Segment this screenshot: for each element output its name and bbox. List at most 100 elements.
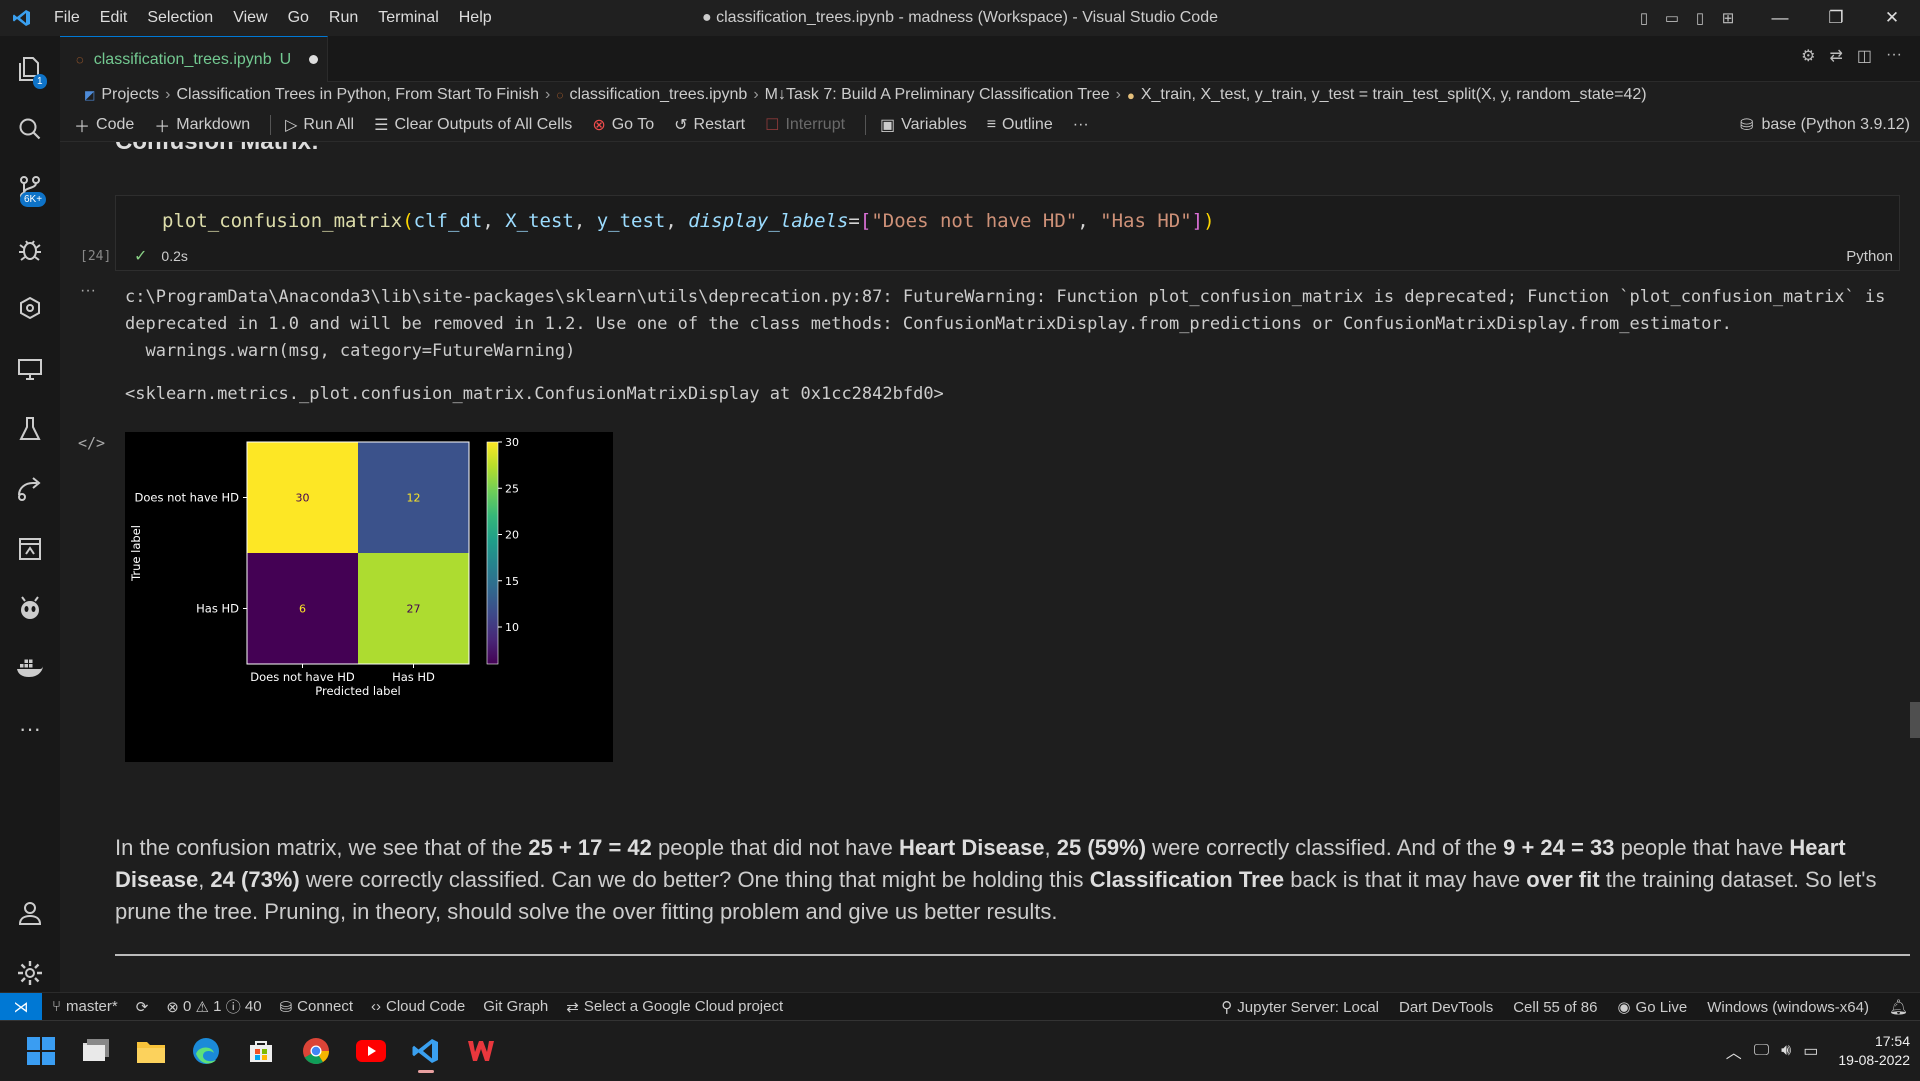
network-icon[interactable]: 🖵︎ (1754, 1042, 1769, 1060)
breadcrumb-item[interactable]: X_train, X_test, y_train, y_test = train… (1141, 86, 1647, 104)
stderr-output: c:\ProgramData\Anaconda3\lib\site-packag… (125, 287, 1886, 361)
go-live-status[interactable]: ◉ Go Live (1617, 998, 1687, 1017)
toggle-primary-sidebar-icon[interactable]: ▯ (1630, 0, 1658, 36)
breadcrumb-item[interactable]: M↓Task 7: Build A Preliminary Classifica… (765, 86, 1110, 104)
info-icon: ⓘ (225, 999, 241, 1016)
menu-terminal[interactable]: Terminal (368, 9, 448, 27)
go-to-button[interactable]: ⊗ Go To (592, 115, 654, 135)
restart-button[interactable]: ↺ Restart (674, 115, 745, 135)
open-changes-icon[interactable]: ⇄ (1829, 46, 1842, 66)
scrollbar-thumb[interactable] (1910, 702, 1920, 738)
dart-devtools-status[interactable]: Dart DevTools (1399, 999, 1493, 1016)
live-share-icon[interactable] (0, 464, 60, 514)
extensions-icon[interactable] (0, 284, 60, 334)
cell-position-status[interactable]: Cell 55 of 86 (1513, 999, 1597, 1016)
more-actions-icon[interactable]: ··· (1886, 46, 1902, 66)
task-view-icon[interactable] (74, 1029, 118, 1073)
folder-icon: ◩ (84, 88, 96, 102)
jupyter-server-status[interactable]: ⚲ Jupyter Server: Local (1221, 998, 1379, 1017)
connect-status[interactable]: ⛁ Connect (280, 998, 353, 1016)
cell-language[interactable]: Python (1846, 248, 1893, 265)
notebook-settings-icon[interactable]: ⚙ (1801, 46, 1815, 66)
run-debug-icon[interactable] (0, 224, 60, 274)
interrupt-button[interactable]: ☐ Interrupt (765, 115, 845, 135)
remote-window-icon[interactable] (0, 524, 60, 574)
toggle-panel-icon[interactable]: ▭ (1658, 0, 1686, 36)
git-graph-status[interactable]: Git Graph (483, 998, 548, 1015)
chrome-browser-icon[interactable] (294, 1029, 338, 1073)
gcp-project-status[interactable]: ⇄ Select a Google Cloud project (566, 998, 783, 1016)
more-toolbar-actions-button[interactable]: ··· (1073, 116, 1089, 134)
menu-selection[interactable]: Selection (137, 9, 223, 27)
breadcrumb-item[interactable]: classification_trees.ipynb (569, 86, 747, 104)
tab-untracked-indicator: U (279, 50, 292, 68)
windows-start-icon[interactable] (19, 1029, 63, 1073)
menu-go[interactable]: Go (278, 9, 319, 27)
wps-office-icon[interactable] (459, 1029, 503, 1073)
customize-layout-icon[interactable]: ⊞ (1714, 0, 1742, 36)
search-icon[interactable] (0, 104, 60, 154)
microsoft-store-icon[interactable] (239, 1029, 283, 1073)
close-button[interactable]: ✕ (1864, 0, 1920, 36)
confusion-matrix-svg: 30 12 6 27 Does not have HD Has HD Does not ha… (129, 436, 519, 698)
editor-tab[interactable]: ◌ classification_trees.ipynb U (60, 36, 328, 82)
code-line[interactable]: plot_confusion_matrix(clf_dt, X_test, y_… (162, 210, 1215, 232)
add-markdown-cell-button[interactable]: ＋ Markdown (154, 113, 250, 137)
alien-extension-icon[interactable] (0, 584, 60, 634)
output-actions-icon[interactable]: ··· (80, 282, 96, 300)
output-renderer-icon[interactable]: </> (78, 434, 105, 452)
testing-icon[interactable] (0, 404, 60, 454)
accounts-icon[interactable] (0, 888, 60, 938)
edge-browser-icon[interactable] (184, 1029, 228, 1073)
y-tick-label: Does not have HD (135, 491, 240, 505)
colorbar (486, 441, 499, 665)
variables-button[interactable]: ▣ Variables (880, 115, 967, 135)
menu-view[interactable]: View (223, 9, 277, 27)
menu-run[interactable]: Run (319, 9, 368, 27)
problems-status[interactable]: ⊗ 0 ⚠ 1 ⓘ 40 (166, 996, 261, 1017)
run-all-button[interactable]: ▷ Run All (285, 115, 354, 135)
add-code-cell-button[interactable]: ＋ Code (74, 113, 134, 137)
menu-help[interactable]: Help (449, 9, 502, 27)
breadcrumb-item[interactable]: Classification Trees in Python, From Sta… (176, 86, 539, 104)
toggle-secondary-sidebar-icon[interactable]: ▯ (1686, 0, 1714, 36)
breadcrumb-item[interactable]: Projects (101, 86, 159, 104)
manage-gear-icon[interactable] (0, 948, 60, 998)
code-cell[interactable]: plot_confusion_matrix(clf_dt, X_test, y_… (115, 195, 1900, 271)
unsaved-dot-icon[interactable] (309, 55, 319, 64)
docker-icon[interactable] (0, 644, 60, 694)
variables-icon: ▣ (880, 116, 896, 134)
branch-status[interactable]: ⑂ master* (52, 998, 118, 1015)
markdown-heading: Confusion Matrix: (115, 142, 319, 156)
volume-icon[interactable]: 🔊︎ (1781, 1042, 1791, 1060)
remote-indicator-icon[interactable]: ⋊ (0, 992, 42, 1021)
explorer-icon[interactable]: 1 (0, 44, 60, 94)
menu-edit[interactable]: Edit (90, 9, 138, 27)
sync-icon[interactable]: ⟳ (136, 998, 149, 1016)
notebook-toolbar: ＋ Code ＋ Markdown ▷ Run All ☰ Clear Outputs … (60, 108, 1920, 142)
more-views-icon[interactable]: ··· (0, 704, 60, 754)
kernel-picker[interactable]: ⛁ base (Python 3.9.12) (1740, 108, 1910, 142)
menu-file[interactable]: File (44, 9, 90, 27)
vscode-taskbar-icon[interactable] (404, 1029, 448, 1073)
file-explorer-icon[interactable] (129, 1029, 173, 1073)
source-control-icon[interactable]: 6K+ (0, 164, 60, 214)
restore-button[interactable]: ❐ (1808, 0, 1864, 36)
tab-filename: classification_trees.ipynb (93, 50, 272, 68)
error-icon: ⊗ (166, 998, 179, 1016)
minimize-button[interactable]: — (1752, 0, 1808, 36)
plus-icon: ＋ (74, 118, 91, 136)
notifications-bell-icon[interactable]: 🔔︎ (1889, 998, 1908, 1016)
clock[interactable]: 17:54 19-08-2022 (1838, 1032, 1910, 1070)
play-icon: ▷ (285, 116, 298, 134)
youtube-icon[interactable] (349, 1029, 393, 1073)
platform-status[interactable]: Windows (windows-x64) (1707, 999, 1869, 1016)
cloud-code-status[interactable]: ‹› Cloud Code (371, 998, 465, 1015)
show-hidden-icons-chevron-icon[interactable]: ︿ (1726, 1039, 1742, 1063)
battery-icon[interactable]: ▭ (1803, 1041, 1818, 1061)
split-editor-icon[interactable]: ◫ (1857, 46, 1872, 66)
remote-explorer-icon[interactable] (0, 344, 60, 394)
clear-outputs-button[interactable]: ☰ Clear Outputs of All Cells (374, 115, 572, 135)
outline-button[interactable]: ≡ Outline (987, 116, 1053, 134)
status-bar: ⋊ ⑂ master* ⟳ ⊗ 0 ⚠ 1 ⓘ 40 ⛁ Connect ‹› Clo… (0, 992, 1920, 1021)
